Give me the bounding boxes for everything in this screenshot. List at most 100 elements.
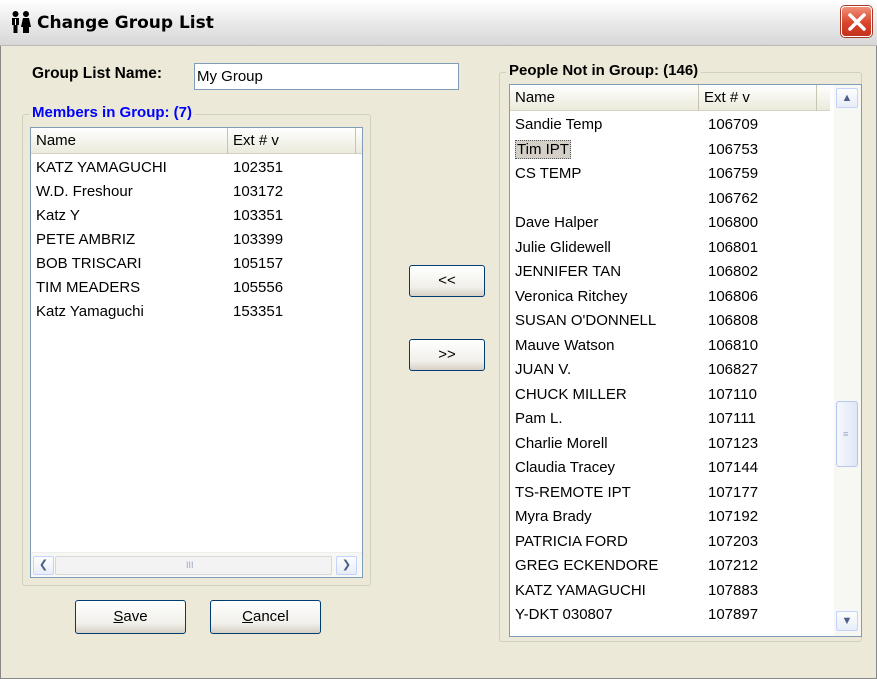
remove-from-group-button[interactable]: >> [409, 339, 485, 371]
row-ext: 106827 [708, 361, 759, 378]
row-name: SUSAN O'DONNELL [515, 312, 657, 329]
group-name-input[interactable] [194, 63, 459, 90]
list-row[interactable]: Sandie Temp 106709 [510, 113, 758, 137]
list-row[interactable]: TS-REMOTE IPT 107177 [510, 481, 758, 505]
cancel-hotkey: C [242, 608, 253, 625]
row-ext: 107123 [708, 434, 759, 452]
list-row[interactable]: PETE AMBRIZ 103399 [31, 228, 283, 252]
list-row[interactable]: Julie Glidewell 106801 [510, 236, 758, 260]
row-name: W.D. Freshour [36, 183, 133, 200]
row-ext: 103172 [233, 183, 284, 200]
row-ext: 105556 [233, 279, 284, 296]
row-ext: 107203 [708, 532, 759, 550]
list-row[interactable]: Myra Brady 107192 [510, 505, 758, 529]
column-header-name[interactable]: Name [31, 128, 228, 154]
people-legend: People Not in Group: (146) [506, 62, 702, 79]
list-row[interactable]: Dave Halper 106800 [510, 211, 758, 235]
list-row[interactable]: GREG ECKENDORE 107212 [510, 554, 758, 578]
row-ext: 153351 [233, 303, 284, 320]
row-name: Myra Brady [515, 508, 592, 525]
people-icon [10, 10, 32, 34]
close-icon [848, 13, 866, 31]
row-name: PATRICIA FORD [515, 532, 628, 550]
row-name: CHUCK MILLER [515, 385, 627, 403]
row-name: JENNIFER TAN [515, 263, 622, 280]
scroll-up-icon[interactable]: ▲ [836, 88, 858, 108]
row-name: Katz Y [36, 207, 80, 224]
list-row[interactable]: Tim IPT 106753 [510, 138, 758, 162]
row-ext: 106762 [708, 189, 759, 207]
row-ext: 102351 [233, 159, 284, 176]
row-ext: 106806 [708, 287, 759, 305]
row-ext: 106801 [708, 238, 759, 256]
list-row[interactable]: Pam L. 107111 [510, 407, 756, 431]
row-ext: 103399 [233, 231, 284, 248]
scroll-left-icon[interactable]: ❮ [33, 556, 54, 575]
list-row[interactable]: Katz Yamaguchi 153351 [31, 300, 283, 324]
list-row[interactable]: Mauve Watson 106810 [510, 334, 758, 358]
row-ext: 106709 [708, 116, 759, 133]
close-button[interactable] [841, 6, 872, 37]
list-row[interactable]: PATRICIA FORD 107203 [510, 530, 758, 554]
row-name: Katz Yamaguchi [36, 303, 144, 320]
selected-row-name: Tim IPT [515, 139, 571, 159]
list-row[interactable]: KATZ YAMAGUCHI 102351 [31, 156, 283, 180]
column-header-ext[interactable]: Ext # v [228, 128, 356, 154]
vertical-scroll-thumb[interactable]: ≡ [836, 401, 858, 467]
row-name: Pam L. [515, 410, 563, 427]
list-row[interactable]: KATZ YAMAGUCHI 107883 [510, 579, 758, 603]
save-label: ave [123, 608, 148, 625]
row-name: CS TEMP [515, 165, 582, 182]
row-ext: 107212 [708, 557, 759, 574]
list-row[interactable]: Veronica Ritchey 106806 [510, 285, 758, 309]
row-name: Mauve Watson [515, 336, 615, 354]
row-name: PETE AMBRIZ [36, 231, 136, 248]
column-header-ext[interactable]: Ext # v [699, 85, 817, 111]
list-row[interactable]: SUSAN O'DONNELL 106808 [510, 309, 758, 333]
list-row[interactable]: TIM MEADERS 105556 [31, 276, 283, 300]
row-ext: 103351 [233, 207, 284, 224]
members-list[interactable]: Name Ext # v KATZ YAMAGUCHI 102351 W.D. Fr… [30, 127, 363, 578]
window-title: Change Group List [37, 13, 214, 33]
row-name: Julie Glidewell [515, 238, 611, 256]
column-header-name[interactable]: Name [510, 85, 699, 111]
row-ext: 107883 [708, 581, 759, 599]
row-name [510, 187, 696, 211]
members-list-header: Name Ext # v [31, 128, 362, 154]
row-name: TIM MEADERS [36, 279, 141, 296]
members-legend: Members in Group: (7) [29, 104, 196, 121]
cancel-button[interactable]: Cancel [210, 600, 321, 634]
title-bar: Change Group List [0, 0, 877, 46]
list-row[interactable]: BOB TRISCARI 105157 [31, 252, 283, 276]
row-name: Charlie Morell [515, 434, 608, 452]
list-row[interactable]: Katz Y 103351 [31, 204, 283, 228]
name-cell: Tim IPT [510, 138, 696, 162]
row-ext: 106753 [708, 140, 759, 158]
list-row[interactable]: CHUCK MILLER 107110 [510, 383, 757, 407]
cancel-label: ancel [252, 608, 289, 625]
row-ext: 107177 [708, 483, 759, 501]
list-row[interactable]: CS TEMP 106759 [510, 162, 758, 186]
list-row[interactable]: Y-DKT 030807 107897 [510, 603, 758, 627]
list-row[interactable]: JENNIFER TAN 106802 [510, 260, 758, 284]
horizontal-scroll-thumb[interactable]: III [55, 556, 332, 575]
add-to-group-button[interactable]: << [409, 265, 485, 297]
people-list[interactable]: Name Ext # v Sandie Temp 106709 Tim IPT 106… [509, 84, 862, 637]
list-row[interactable]: JUAN V. 106827 [510, 358, 758, 382]
save-button[interactable]: Save [75, 600, 186, 634]
row-name: Tim IPT [510, 138, 571, 162]
row-name: JUAN V. [515, 361, 572, 378]
list-row[interactable]: 106762 [510, 187, 758, 211]
list-row[interactable]: Claudia Tracey 107144 [510, 456, 758, 480]
members-horizontal-scrollbar[interactable]: ❮ III ❯ [31, 552, 362, 577]
row-ext: 107111 [708, 410, 756, 427]
list-row[interactable]: W.D. Freshour 103172 [31, 180, 283, 204]
row-ext: 107110 [708, 385, 757, 403]
scroll-right-icon[interactable]: ❯ [336, 556, 357, 575]
row-ext: 106759 [708, 165, 759, 182]
scroll-down-icon[interactable]: ▼ [836, 611, 858, 631]
row-name: GREG ECKENDORE [515, 557, 659, 574]
list-row[interactable]: Charlie Morell 107123 [510, 432, 758, 456]
people-list-header: Name Ext # v [510, 85, 830, 111]
people-vertical-scrollbar[interactable]: ▲ ≡ ▼ [834, 85, 861, 636]
